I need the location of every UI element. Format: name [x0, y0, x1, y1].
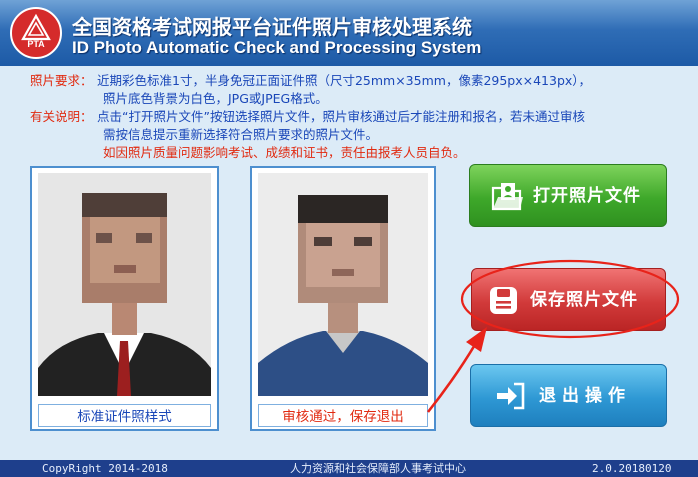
status-footer: CopyRight 2014-2018 人力资源和社会保障部人事考试中心 2.0…: [0, 460, 698, 477]
copyright-text: CopyRight 2014-2018: [42, 462, 168, 475]
highlight-ellipse: [460, 259, 680, 339]
annotation-overlay: [426, 259, 680, 413]
version-text: 2.0.20180120: [592, 462, 672, 475]
organization-text: 人力资源和社会保障部人事考试中心: [290, 462, 466, 475]
annotation-arrow: [426, 342, 478, 413]
annotation-arrowhead: [466, 327, 487, 352]
